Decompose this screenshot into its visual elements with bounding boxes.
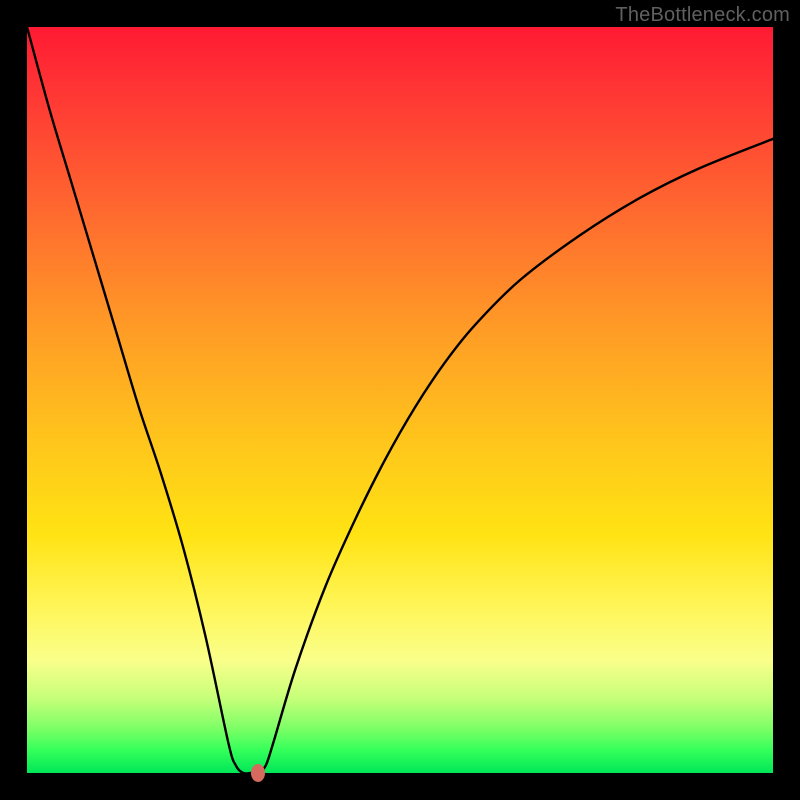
bottleneck-curve — [27, 27, 773, 773]
chart-container: TheBottleneck.com — [0, 0, 800, 800]
plot-area — [27, 27, 773, 773]
attribution-label: TheBottleneck.com — [615, 4, 790, 27]
optimum-marker — [251, 764, 265, 782]
